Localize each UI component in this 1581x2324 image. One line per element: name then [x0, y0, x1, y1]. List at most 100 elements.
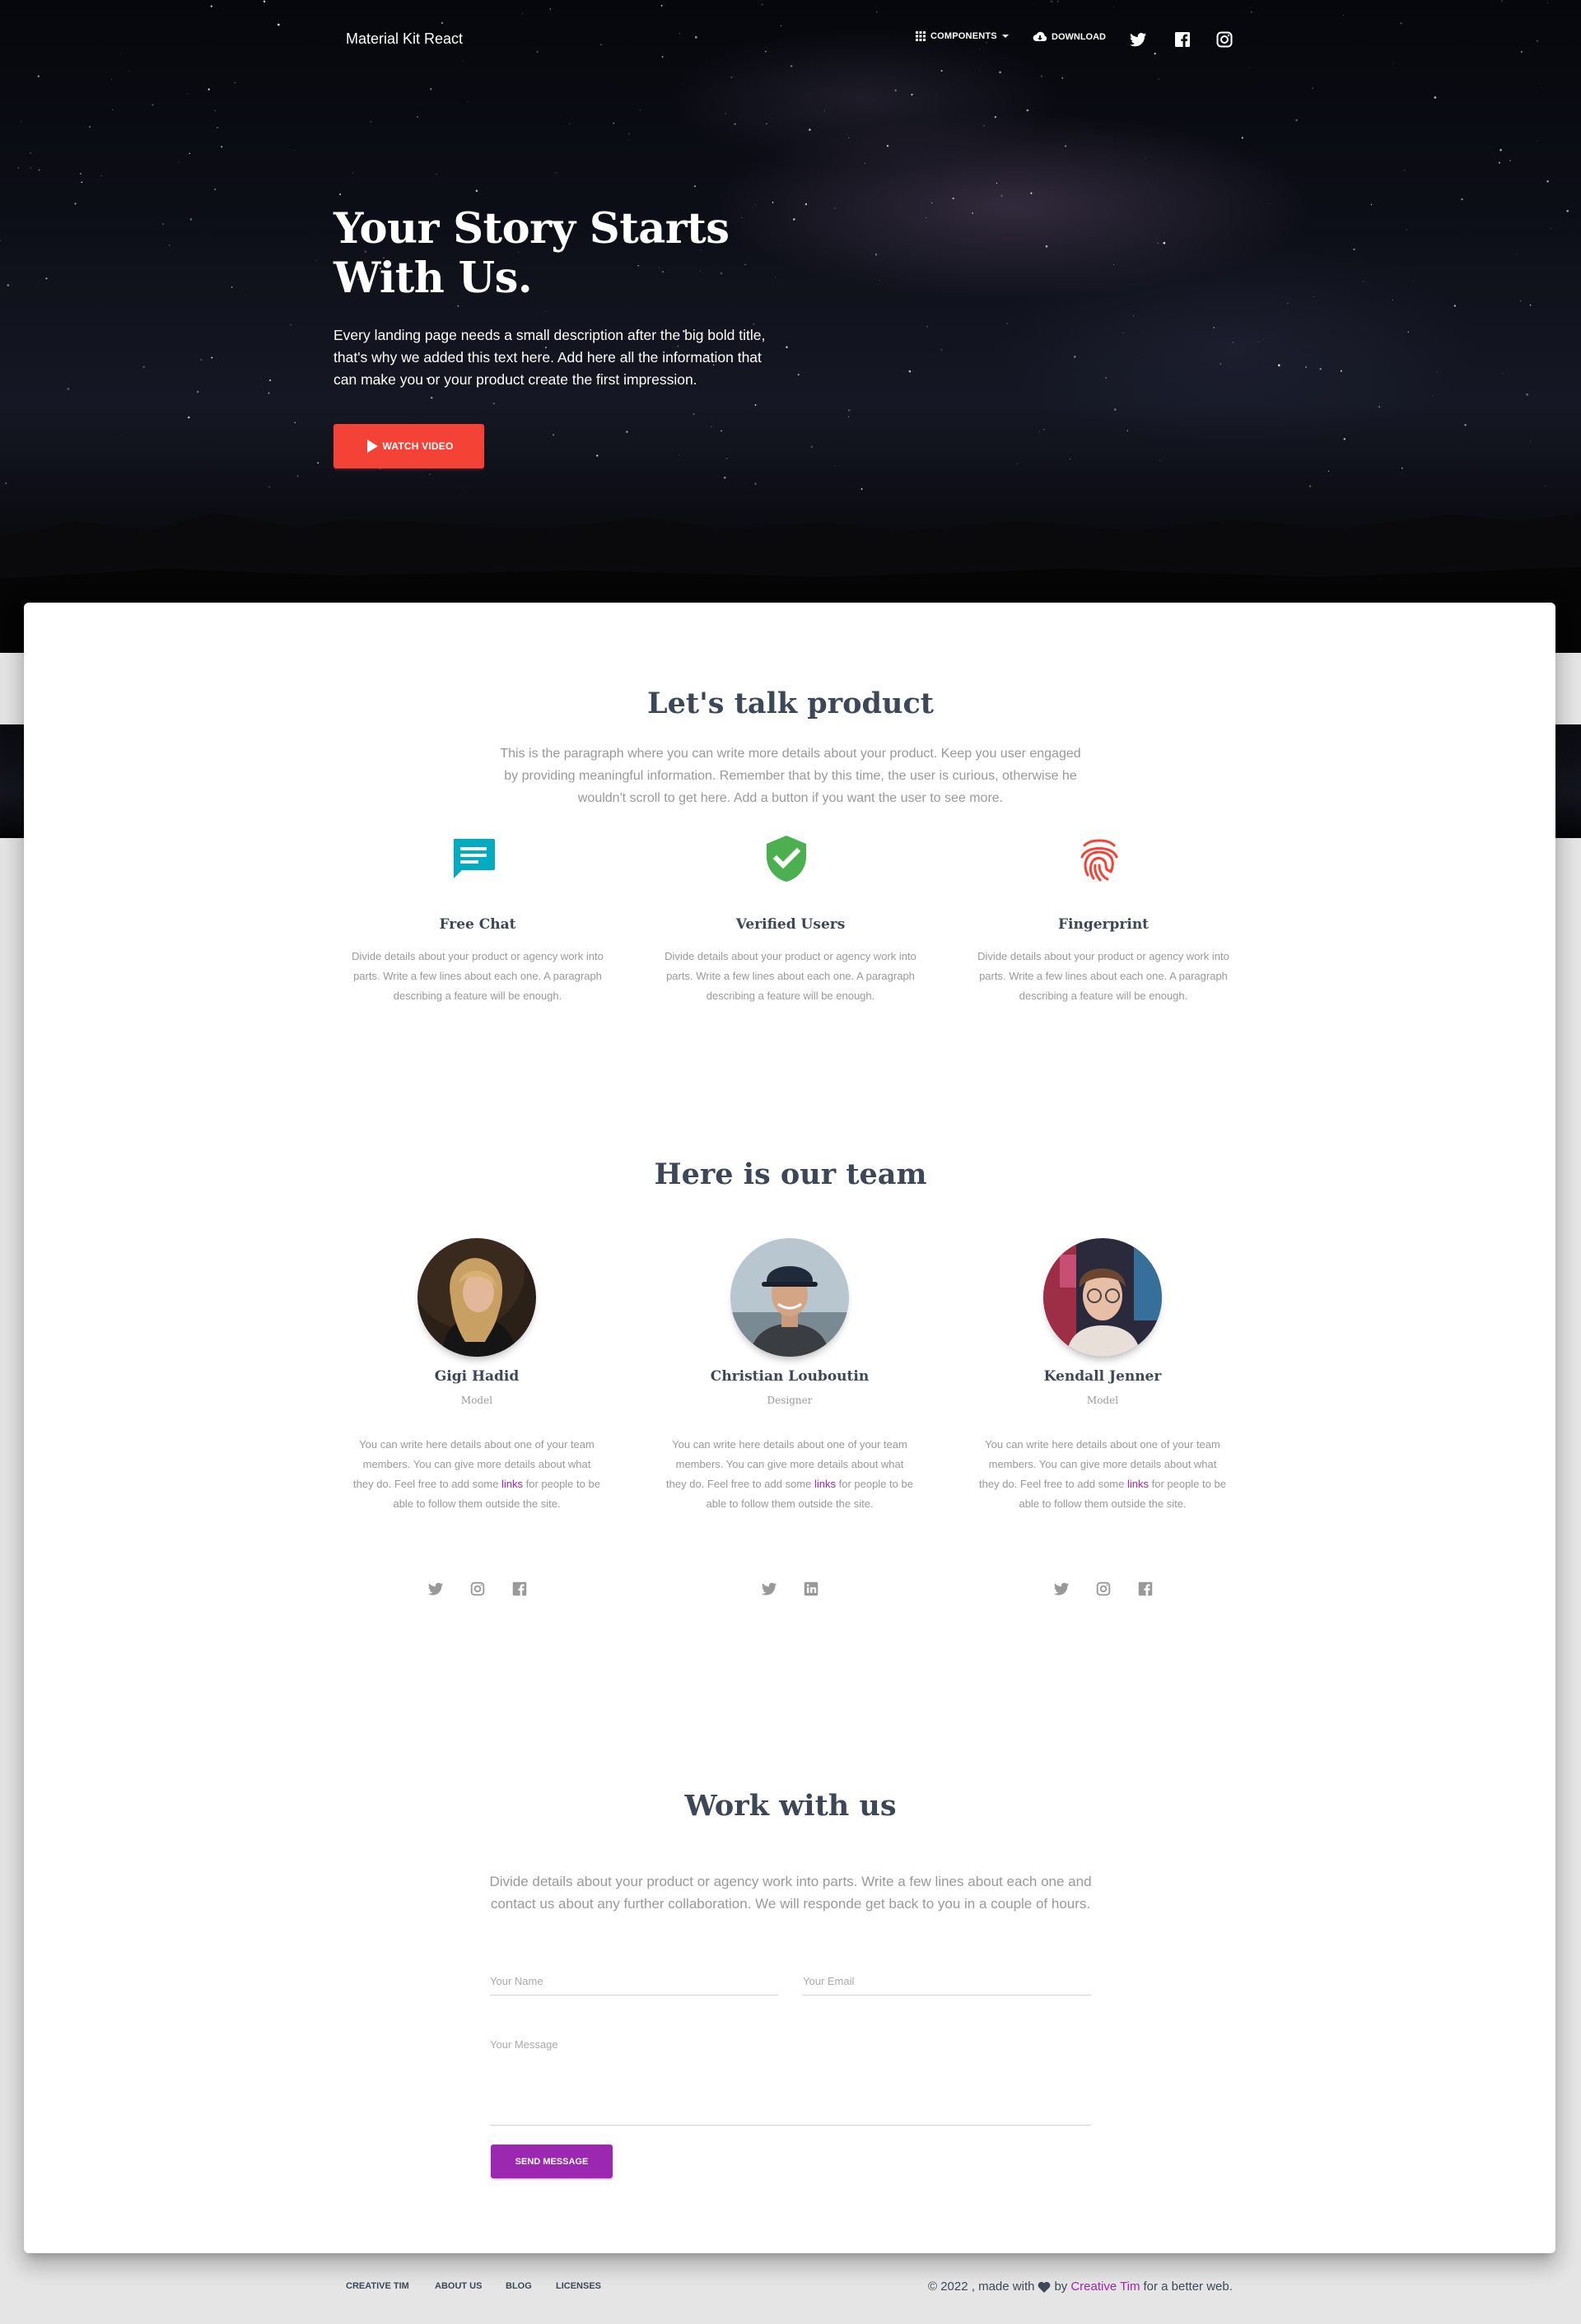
star: [1220, 362, 1222, 365]
your-name-underline: [490, 1995, 778, 1996]
footer-link-creative-tim[interactable]: CREATIVE TIM: [346, 2281, 409, 2291]
feature-title-fingerprint: Fingerprint: [1057, 916, 1150, 933]
star: [1340, 370, 1342, 372]
star: [1378, 406, 1380, 408]
twitter-icon[interactable]: [1052, 1580, 1070, 1598]
star: [1413, 280, 1415, 282]
star: [1526, 393, 1529, 396]
star: [1017, 463, 1018, 464]
star: [721, 430, 722, 432]
star: [112, 109, 114, 110]
star: [1312, 87, 1313, 89]
star: [431, 397, 433, 399]
star: [1154, 52, 1156, 55]
star: [45, 277, 48, 280]
member-name: Christian Louboutin: [710, 1368, 870, 1385]
twitter-icon[interactable]: [1128, 30, 1148, 49]
member-role: Model: [460, 1395, 493, 1406]
heart-icon: [1038, 2281, 1051, 2293]
footer-link-licenses[interactable]: LICENSES: [556, 2281, 601, 2291]
linkedin-icon[interactable]: [802, 1580, 820, 1598]
star: [693, 413, 695, 415]
star: [0, 240, 2, 242]
star: [30, 151, 31, 154]
footer-link-blog[interactable]: BLOG: [506, 2281, 532, 2291]
star: [1157, 242, 1159, 244]
member-links-link[interactable]: links: [814, 1478, 836, 1490]
nav-download-link[interactable]: DOWNLOAD: [1033, 31, 1106, 43]
facebook-icon[interactable]: [1173, 30, 1192, 49]
star: [886, 145, 889, 147]
star: [168, 245, 170, 246]
star: [1437, 371, 1439, 373]
star: [1509, 160, 1511, 161]
star: [679, 32, 680, 34]
star: [1113, 408, 1117, 411]
star: [1343, 15, 1344, 16]
instagram-icon[interactable]: [1094, 1580, 1112, 1598]
star: [1000, 194, 1003, 198]
member-description: You can write here details about one of …: [666, 1435, 913, 1514]
creative-tim-link[interactable]: Creative Tim: [1070, 2280, 1140, 2294]
watch-video-button[interactable]: WATCH VIDEO: [333, 424, 484, 468]
star: [983, 124, 985, 127]
star: [1392, 63, 1393, 64]
send-message-button[interactable]: SEND MESSAGE: [491, 2145, 613, 2178]
star: [1453, 305, 1457, 307]
star: [1277, 364, 1280, 367]
star: [231, 286, 233, 288]
product-section-title: Let's talk product: [647, 687, 934, 720]
member-links-link[interactable]: links: [1127, 1478, 1149, 1490]
star: [694, 185, 696, 188]
star: [245, 295, 246, 296]
feature-desc-fingerprint: Divide details about your product or age…: [977, 950, 1229, 1002]
star: [263, 0, 266, 3]
star: [1286, 302, 1289, 305]
star: [211, 356, 213, 359]
footer-link-about-us[interactable]: ABOUT US: [435, 2281, 482, 2291]
star: [1034, 3, 1035, 4]
star: [797, 374, 800, 376]
star: [1268, 203, 1270, 204]
star: [979, 70, 980, 71]
team-section-title: Here is our team: [654, 1157, 927, 1191]
star: [766, 123, 767, 125]
star: [189, 218, 193, 221]
star: [277, 23, 280, 26]
facebook-icon[interactable]: [511, 1580, 529, 1598]
star: [111, 79, 112, 81]
star: [1536, 40, 1539, 43]
star: [569, 123, 571, 124]
star: [810, 445, 814, 449]
star: [848, 137, 850, 139]
instagram-icon[interactable]: [1215, 30, 1234, 49]
twitter-icon[interactable]: [427, 1580, 445, 1598]
copyright-by: by: [1054, 2280, 1068, 2294]
star: [216, 126, 219, 129]
star: [200, 358, 203, 361]
star: [1105, 377, 1107, 379]
star: [711, 426, 712, 428]
star: [628, 140, 629, 141]
star: [823, 109, 825, 111]
star: [786, 346, 788, 348]
star: [152, 104, 154, 106]
star: [1461, 198, 1463, 201]
star: [1213, 327, 1215, 328]
hero-title: Your Story Starts With Us.: [333, 204, 828, 303]
star: [1040, 75, 1043, 77]
instagram-icon[interactable]: [469, 1580, 487, 1598]
twitter-icon[interactable]: [760, 1580, 778, 1598]
star: [430, 87, 432, 91]
brand-logo[interactable]: Material Kit React: [346, 30, 463, 48]
star: [1045, 245, 1048, 248]
member-links-link[interactable]: links: [501, 1478, 523, 1490]
feature-title-verified-users: Verified Users: [735, 916, 846, 933]
star: [221, 146, 223, 148]
star: [1432, 395, 1434, 396]
star: [809, 128, 811, 131]
facebook-icon[interactable]: [1136, 1580, 1154, 1598]
star: [1051, 0, 1052, 2]
nav-components-dropdown[interactable]: COMPONENTS: [916, 31, 1009, 41]
star: [80, 173, 82, 175]
